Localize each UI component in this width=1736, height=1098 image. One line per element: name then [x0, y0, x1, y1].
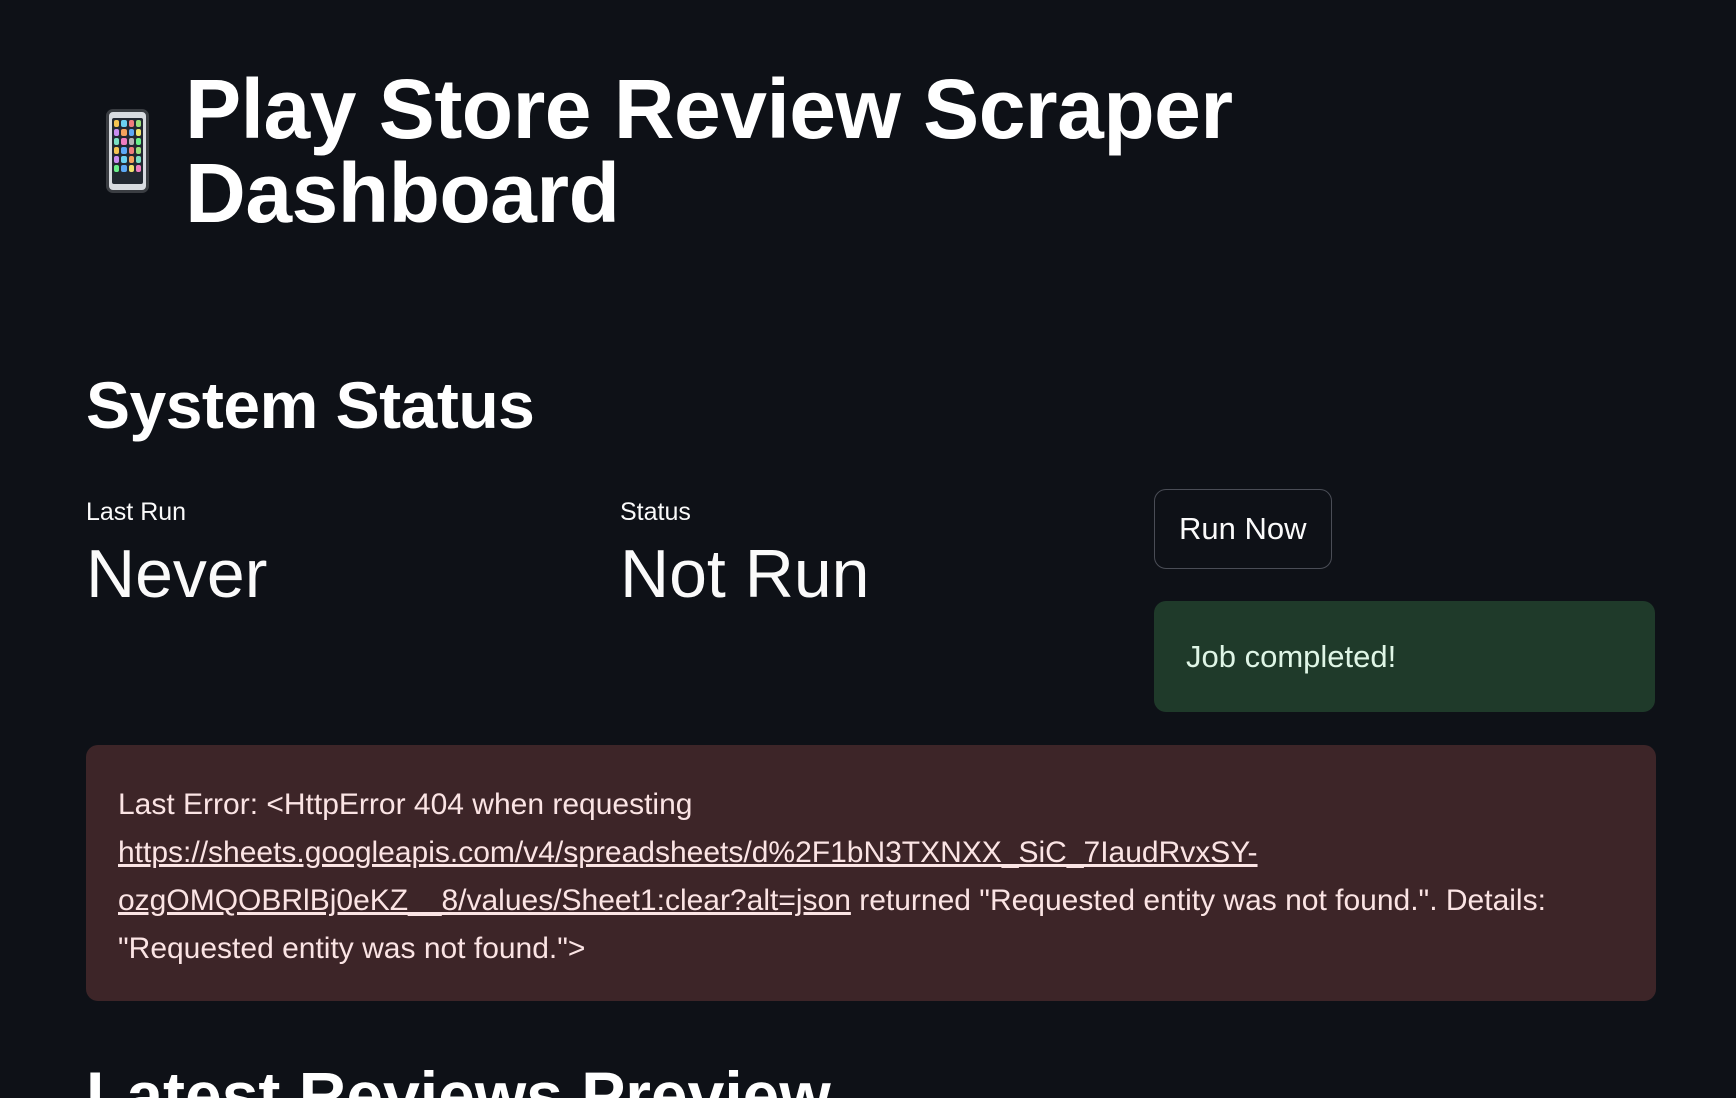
error-prefix: Last Error: <HttpError 404 when requesti… — [118, 788, 693, 821]
last-run-label: Last Run — [86, 498, 187, 526]
mobile-phone-icon — [106, 109, 150, 193]
success-message: Job completed! — [1186, 638, 1397, 674]
error-link-line1: https://sheets.googleapis.com/v4/spreads… — [118, 836, 1258, 869]
run-now-button[interactable]: Run Now — [1154, 489, 1332, 569]
error-link-line2: ozgOMQOBRlBj0eKZ__8/values/Sheet1:clear?… — [118, 884, 851, 917]
last-run-metric: Last Run Never — [86, 498, 267, 612]
last-run-value: Never — [86, 536, 268, 612]
latest-reviews-heading: Latest Reviews Preview — [86, 1058, 831, 1098]
system-status-heading: System Status — [86, 368, 535, 442]
page-title: Play Store Review Scraper Dashboard — [185, 62, 1233, 240]
error-alert: Last Error: <HttpError 404 when requesti… — [86, 745, 1656, 1001]
success-alert: Job completed! — [1154, 601, 1655, 712]
status-value: Not Run — [620, 536, 870, 612]
status-metric: Status Not Run — [620, 498, 869, 612]
page-header: Play Store Review Scraper Dashboard — [86, 67, 1656, 235]
app-page: Play Store Review Scraper Dashboard Syst… — [0, 0, 1736, 1098]
status-label: Status — [620, 498, 691, 526]
